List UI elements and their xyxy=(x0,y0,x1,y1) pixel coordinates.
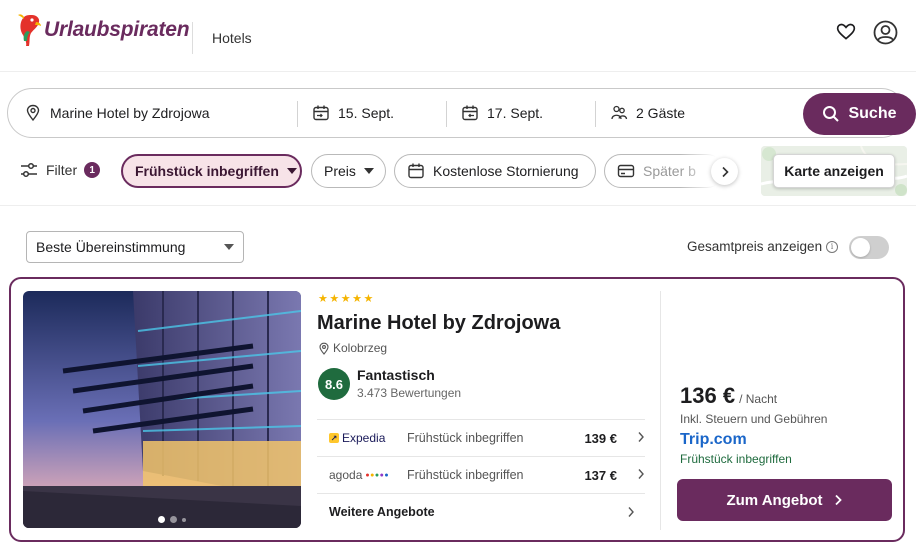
location-pin-icon xyxy=(319,342,329,355)
parrot-icon xyxy=(18,14,41,46)
chevron-down-icon xyxy=(224,244,234,250)
total-price-text: Gesamtpreis anzeigen xyxy=(687,239,823,254)
calendar-check-icon xyxy=(408,163,424,179)
search-bar: Marine Hotel by Zdrojowa 15. Sept. 17. S… xyxy=(7,88,916,138)
best-price: 136 € / Nacht xyxy=(680,383,777,409)
carousel-dot[interactable] xyxy=(182,517,186,522)
section-divider xyxy=(0,205,916,206)
chip-free-cancellation[interactable]: Kostenlose Stornierung xyxy=(394,154,596,188)
search-icon xyxy=(823,106,840,122)
user-account-icon[interactable] xyxy=(873,20,898,45)
best-price-value: 136 € xyxy=(680,383,736,408)
location-pin-icon xyxy=(26,104,40,122)
favorites-heart-icon[interactable] xyxy=(836,22,856,42)
location-text: Kolobrzeg xyxy=(333,341,388,355)
chevron-right-icon xyxy=(617,468,645,483)
checkin-value: 15. Sept. xyxy=(338,105,395,121)
scroll-right-button[interactable] xyxy=(711,158,738,185)
calendar-icon xyxy=(313,105,329,121)
toggle-knob xyxy=(851,238,870,257)
sort-selected-value: Beste Übereinstimmung xyxy=(36,239,186,255)
provider-expedia: ↗ Expedia xyxy=(317,431,407,445)
top-header: Urlaubspiraten Hotels xyxy=(0,0,916,72)
guests-field[interactable]: 2 Gäste xyxy=(610,89,790,137)
provider-agoda: agoda ●●●●● xyxy=(317,468,407,482)
rating-badge: 8.6 xyxy=(318,368,350,400)
filter-count-badge: 1 xyxy=(84,162,101,178)
hotel-image[interactable] xyxy=(23,291,301,528)
best-meal: Frühstück inbegriffen xyxy=(680,452,792,466)
offer-row-expedia[interactable]: ↗ Expedia Frühstück inbegriffen 139 € xyxy=(317,419,645,456)
brand-logo[interactable]: Urlaubspiraten xyxy=(18,13,190,47)
more-offers-row[interactable]: Weitere Angebote xyxy=(317,493,645,530)
hotel-card[interactable]: ★★★★★ Marine Hotel by Zdrojowa Kolobrzeg… xyxy=(9,277,905,542)
search-button-label: Suche xyxy=(848,105,897,122)
checkout-value: 17. Sept. xyxy=(487,105,544,121)
chip-label: Preis xyxy=(324,163,356,179)
header-divider xyxy=(192,22,193,54)
chevron-down-icon xyxy=(286,168,297,174)
total-price-toggle[interactable] xyxy=(849,236,889,259)
filter-label: Filter xyxy=(46,162,78,178)
rating-word: Fantastisch xyxy=(357,367,435,383)
search-separator xyxy=(446,101,447,127)
search-separator xyxy=(595,101,596,127)
to-offer-button[interactable]: Zum Angebot xyxy=(677,479,892,521)
chip-breakfast-included[interactable]: Frühstück inbegriffen xyxy=(121,154,302,188)
per-night-label: / Nacht xyxy=(739,392,778,406)
total-price-label: Gesamtpreis anzeigen i xyxy=(687,239,839,254)
offer-row-agoda[interactable]: agoda ●●●●● Frühstück inbegriffen 137 € xyxy=(317,456,645,493)
destination-field[interactable]: Marine Hotel by Zdrojowa xyxy=(24,89,294,137)
chip-label: Frühstück inbegriffen xyxy=(135,163,279,179)
sliders-icon xyxy=(21,162,37,178)
offer-meal: Frühstück inbegriffen xyxy=(407,468,524,482)
review-count: 3.473 Bewertungen xyxy=(357,386,462,400)
guests-icon xyxy=(611,105,628,120)
card-separator xyxy=(660,291,661,530)
cta-label: Zum Angebot xyxy=(726,491,823,509)
chip-label: Kostenlose Stornierung xyxy=(433,163,579,179)
chevron-down-icon xyxy=(363,168,374,174)
credit-card-icon xyxy=(617,164,635,178)
chevron-right-icon xyxy=(617,431,645,446)
checkin-field[interactable]: 15. Sept. xyxy=(312,89,447,137)
sort-select[interactable]: Beste Übereinstimmung xyxy=(26,231,244,263)
search-separator xyxy=(297,101,298,127)
hotel-name[interactable]: Marine Hotel by Zdrojowa xyxy=(317,312,560,335)
star-rating: ★★★★★ xyxy=(318,293,375,305)
filter-button[interactable]: Filter 1 xyxy=(20,162,101,178)
checkout-field[interactable]: 17. Sept. xyxy=(461,89,596,137)
chip-price[interactable]: Preis xyxy=(311,154,386,188)
carousel-dot[interactable] xyxy=(158,516,165,523)
offer-price: 137 € xyxy=(584,467,617,483)
agoda-dots-icon: ●●●●● xyxy=(365,471,390,479)
offer-meal: Frühstück inbegriffen xyxy=(407,431,524,445)
hotel-photo xyxy=(23,291,301,528)
provider-name: agoda xyxy=(329,468,363,482)
nav-hotels[interactable]: Hotels xyxy=(212,30,252,46)
info-icon[interactable]: i xyxy=(826,240,839,253)
hotel-location: Kolobrzeg xyxy=(318,341,387,355)
destination-value: Marine Hotel by Zdrojowa xyxy=(50,105,210,121)
carousel-dot[interactable] xyxy=(170,516,177,523)
best-provider: Trip.com xyxy=(680,431,747,448)
provider-name: Expedia xyxy=(342,431,386,445)
offer-price: 139 € xyxy=(584,430,617,446)
search-button[interactable]: Suche xyxy=(803,93,916,135)
calendar-icon xyxy=(462,105,478,121)
guests-value: 2 Gäste xyxy=(636,105,686,121)
expedia-logo-icon: ↗ xyxy=(329,433,339,443)
chevron-right-icon xyxy=(628,507,634,517)
tax-note: Inkl. Steuern und Gebühren xyxy=(680,412,828,426)
more-offers-label: Weitere Angebote xyxy=(329,505,435,519)
chevron-right-icon xyxy=(721,166,729,177)
brand-name: Urlaubspiraten xyxy=(44,18,190,41)
image-carousel-dots[interactable] xyxy=(158,516,191,523)
show-map-button[interactable]: Karte anzeigen xyxy=(773,154,895,188)
chevron-right-icon xyxy=(834,494,842,506)
